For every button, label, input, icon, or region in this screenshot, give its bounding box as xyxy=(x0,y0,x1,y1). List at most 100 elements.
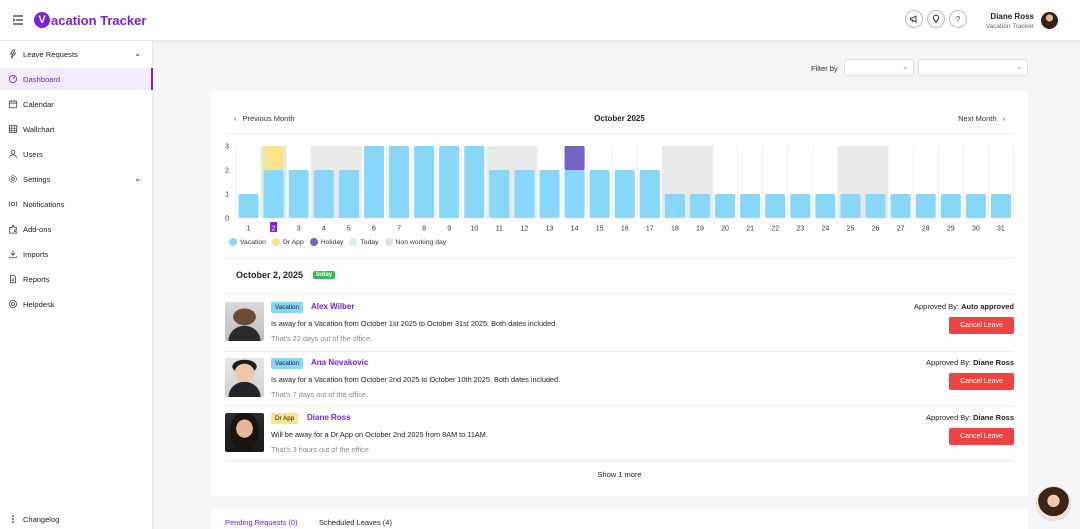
sidebar-item-users[interactable]: Users xyxy=(0,143,153,165)
bar-vacation-day-20[interactable] xyxy=(715,194,736,218)
day-label-28[interactable]: 28 xyxy=(922,226,930,233)
day-label-25[interactable]: 25 xyxy=(847,226,855,233)
day-label-11[interactable]: 11 xyxy=(496,226,503,233)
bar-vacation-day-7[interactable] xyxy=(388,146,410,218)
support-chat-avatar[interactable] xyxy=(1036,486,1071,521)
bar-vacation-day-2[interactable] xyxy=(263,170,284,218)
bar-vacation-day-31[interactable] xyxy=(990,194,1011,218)
bar-vacation-day-15[interactable] xyxy=(589,170,610,218)
day-label-2[interactable]: 2 xyxy=(272,226,276,233)
day-label-18[interactable]: 18 xyxy=(671,226,679,233)
tab-scheduled-leaves[interactable]: Scheduled Leaves (4) xyxy=(319,518,392,527)
day-label-14[interactable]: 14 xyxy=(571,226,579,233)
filter-select-1[interactable]: ⌄ xyxy=(844,59,914,76)
bar-vacation-day-19[interactable] xyxy=(689,194,711,218)
bar-vacation-day-4[interactable] xyxy=(313,170,334,218)
app-logo[interactable]: V acation Tracker xyxy=(34,11,146,29)
bar-vacation-day-17[interactable] xyxy=(639,170,660,218)
day-label-31[interactable]: 31 xyxy=(997,226,1005,233)
bar-vacation-day-8[interactable] xyxy=(414,146,435,218)
day-label-7[interactable]: 7 xyxy=(397,226,401,233)
sidebar-item-label: Reports xyxy=(23,274,50,284)
bar-vacation-day-12[interactable] xyxy=(514,170,535,218)
day-label-22[interactable]: 22 xyxy=(771,226,779,233)
day-label-4[interactable]: 4 xyxy=(322,226,326,233)
sidebar-item-wallchart[interactable]: Wallchart xyxy=(0,118,153,140)
bar-vacation-day-25[interactable] xyxy=(840,194,861,218)
help-button[interactable]: ? xyxy=(949,10,967,28)
day-label-1[interactable]: 1 xyxy=(247,226,251,233)
day-label-21[interactable]: 21 xyxy=(746,226,754,233)
day-label-26[interactable]: 26 xyxy=(872,226,880,233)
sidebar-item-settings[interactable]: Settings ⌄ xyxy=(0,168,153,190)
sidebar-item-leave-requests[interactable]: Leave Requests ⌄ xyxy=(0,43,153,65)
day-label-5[interactable]: 5 xyxy=(347,226,351,233)
day-label-27[interactable]: 27 xyxy=(897,226,905,233)
cancel-leave-button[interactable]: Cancel Leave xyxy=(949,317,1014,334)
bar-vacation-day-11[interactable] xyxy=(489,170,510,218)
bar-vacation-day-23[interactable] xyxy=(790,194,811,218)
tab-pending-requests[interactable]: Pending Requests (0) xyxy=(225,518,298,529)
bar-vacation-day-30[interactable] xyxy=(965,194,986,218)
bar-vacation-day-26[interactable] xyxy=(865,194,886,218)
bar-vacation-day-27[interactable] xyxy=(890,194,911,218)
day-label-17[interactable]: 17 xyxy=(646,226,654,233)
bar-vacation-day-18[interactable] xyxy=(664,194,685,218)
day-label-16[interactable]: 16 xyxy=(621,226,629,233)
filter-select-2[interactable]: ⌄ xyxy=(918,59,1028,76)
menu-collapse-icon[interactable] xyxy=(12,14,24,26)
bar-vacation-day-5[interactable] xyxy=(338,170,359,218)
legend-swatch xyxy=(384,238,393,246)
bar-vacation-day-16[interactable] xyxy=(614,170,635,218)
day-label-19[interactable]: 19 xyxy=(696,226,704,233)
sidebar-item-reports[interactable]: Reports xyxy=(0,268,153,290)
bar-dr-app-day-2[interactable] xyxy=(263,146,284,170)
sidebar-item-calendar[interactable]: Calendar xyxy=(0,93,153,115)
bar-vacation-day-14[interactable] xyxy=(564,170,585,218)
top-bar: V acation Tracker ? Diane Ross Vacation … xyxy=(0,0,1080,41)
bar-vacation-day-22[interactable] xyxy=(765,194,786,218)
day-label-6[interactable]: 6 xyxy=(372,226,376,233)
ideas-button[interactable] xyxy=(927,10,945,28)
sidebar-item-helpdesk[interactable]: Helpdesk xyxy=(0,293,153,315)
bar-vacation-day-9[interactable] xyxy=(439,146,460,218)
cancel-leave-button[interactable]: Cancel Leave xyxy=(949,373,1014,390)
user-avatar[interactable] xyxy=(1041,12,1058,29)
bar-vacation-day-28[interactable] xyxy=(915,194,936,218)
bar-vacation-day-10[interactable] xyxy=(464,146,485,218)
leave-user-name[interactable]: Diane Ross xyxy=(307,413,351,422)
leave-user-name[interactable]: Ana Novakovic xyxy=(311,358,368,367)
day-label-23[interactable]: 23 xyxy=(796,226,804,233)
bar-vacation-day-6[interactable] xyxy=(363,146,384,218)
changelog-link[interactable]: Changelog xyxy=(8,514,59,524)
day-label-20[interactable]: 20 xyxy=(721,226,729,233)
day-label-12[interactable]: 12 xyxy=(521,226,529,233)
show-more-button[interactable]: Show 1 more xyxy=(211,470,1028,479)
day-label-9[interactable]: 9 xyxy=(447,226,451,233)
day-label-24[interactable]: 24 xyxy=(821,226,829,233)
bar-vacation-day-24[interactable] xyxy=(815,194,836,218)
sidebar-item-dashboard[interactable]: Dashboard xyxy=(0,68,153,90)
bar-holiday-day-14[interactable] xyxy=(564,146,585,170)
day-label-30[interactable]: 30 xyxy=(972,226,980,233)
sidebar-item-imports[interactable]: Imports xyxy=(0,243,153,265)
day-label-29[interactable]: 29 xyxy=(947,226,955,233)
user-name[interactable]: Diane Ross xyxy=(990,12,1034,21)
leave-user-name[interactable]: Alex Wilber xyxy=(311,302,355,311)
day-label-3[interactable]: 3 xyxy=(297,226,301,233)
cancel-leave-button[interactable]: Cancel Leave xyxy=(949,428,1014,445)
bar-vacation-day-1[interactable] xyxy=(238,194,259,218)
announcements-button[interactable] xyxy=(905,10,923,28)
bar-vacation-day-21[interactable] xyxy=(740,194,761,218)
approved-by-label: Approved By: xyxy=(926,358,974,367)
bar-vacation-day-13[interactable] xyxy=(539,170,560,218)
bar-vacation-day-3[interactable] xyxy=(288,170,309,218)
bar-vacation-day-29[interactable] xyxy=(940,194,961,218)
sidebar-item-add-ons[interactable]: Add-ons xyxy=(0,218,153,240)
day-label-15[interactable]: 15 xyxy=(596,226,604,233)
day-label-13[interactable]: 13 xyxy=(546,226,554,233)
day-label-8[interactable]: 8 xyxy=(422,226,426,233)
day-label-10[interactable]: 10 xyxy=(470,226,478,233)
user-photo xyxy=(225,413,264,452)
sidebar-item-notifications[interactable]: Notifications xyxy=(0,193,153,215)
